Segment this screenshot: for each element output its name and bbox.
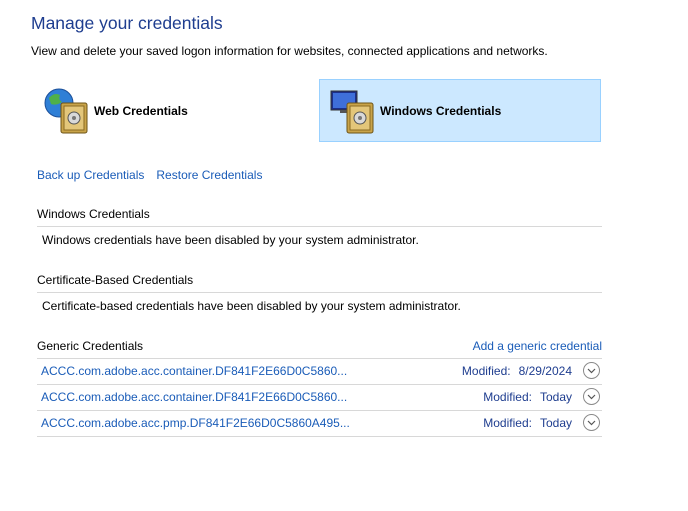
credential-name: ACCC.com.adobe.acc.container.DF841F2E66D… xyxy=(41,364,348,378)
chevron-down-icon[interactable] xyxy=(583,388,600,405)
chevron-down-icon[interactable] xyxy=(583,414,600,431)
credential-row[interactable]: ACCC.com.adobe.acc.container.DF841F2E66D… xyxy=(37,359,602,385)
globe-vault-icon xyxy=(42,86,92,136)
add-generic-credential-link[interactable]: Add a generic credential xyxy=(473,339,602,353)
section-title: Generic Credentials xyxy=(37,339,144,353)
web-credentials-label: Web Credentials xyxy=(94,103,188,118)
monitor-vault-icon xyxy=(328,86,378,136)
windows-credentials-section-header: Windows Credentials xyxy=(37,207,602,227)
section-title: Windows Credentials xyxy=(37,207,150,221)
credential-modified: Modified: Today xyxy=(483,416,572,430)
restore-credentials-link[interactable]: Restore Credentials xyxy=(156,168,262,182)
windows-credentials-tile[interactable]: Windows Credentials xyxy=(319,79,601,142)
credential-modified: Modified: 8/29/2024 xyxy=(461,364,572,378)
windows-credentials-label: Windows Credentials xyxy=(380,103,502,118)
generic-credentials-section-header: Generic Credentials Add a generic creden… xyxy=(37,339,602,359)
credential-actions: Back up Credentials Restore Credentials xyxy=(37,168,262,182)
credential-name: ACCC.com.adobe.acc.container.DF841F2E66D… xyxy=(41,390,348,404)
certificate-credentials-disabled-message: Certificate-based credentials have been … xyxy=(42,299,461,313)
page-subtitle: View and delete your saved logon informa… xyxy=(31,44,548,58)
section-title: Certificate-Based Credentials xyxy=(37,273,194,287)
credential-row[interactable]: ACCC.com.adobe.acc.container.DF841F2E66D… xyxy=(37,385,602,411)
certificate-credentials-section-header: Certificate-Based Credentials xyxy=(37,273,602,293)
credential-row[interactable]: ACCC.com.adobe.acc.pmp.DF841F2E66D0C5860… xyxy=(37,411,602,437)
web-credentials-tile[interactable]: Web Credentials xyxy=(38,79,258,142)
page-title: Manage your credentials xyxy=(31,13,223,33)
chevron-down-icon[interactable] xyxy=(583,362,600,379)
credential-name: ACCC.com.adobe.acc.pmp.DF841F2E66D0C5860… xyxy=(41,416,350,430)
backup-credentials-link[interactable]: Back up Credentials xyxy=(37,168,144,182)
credential-modified: Modified: Today xyxy=(483,390,572,404)
windows-credentials-disabled-message: Windows credentials have been disabled b… xyxy=(42,233,419,247)
